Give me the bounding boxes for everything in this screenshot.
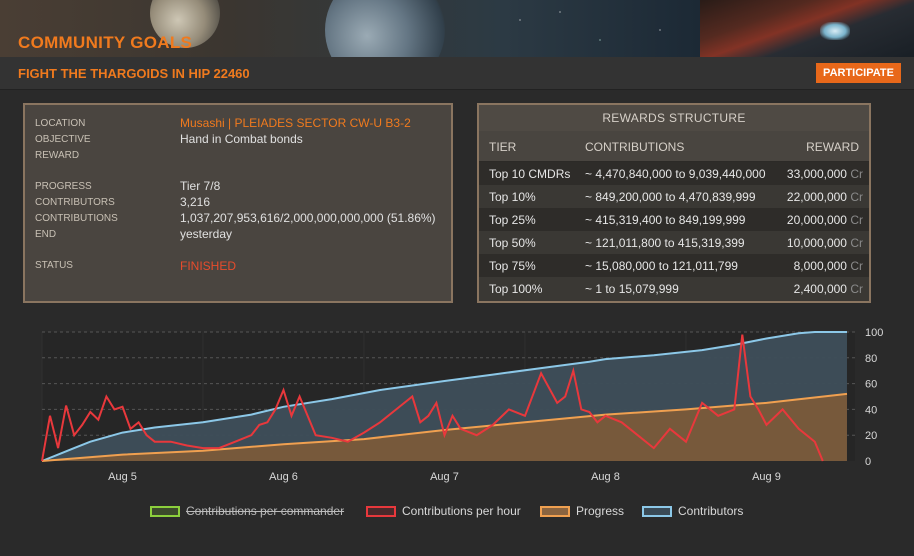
status-value: FINISHED bbox=[180, 259, 237, 273]
y-tick-label: 100 bbox=[865, 327, 883, 339]
header-tier: TIER bbox=[489, 140, 517, 154]
reward-amount: 20,000,000 bbox=[786, 213, 847, 227]
legend-progress[interactable]: Progress bbox=[540, 503, 624, 519]
contributors-value: 3,216 bbox=[180, 195, 211, 209]
reward-amount: 33,000,000 bbox=[786, 167, 847, 181]
reward-unit: Cr bbox=[850, 259, 863, 273]
legend-label: Progress bbox=[576, 504, 625, 518]
reward-cell: 33,000,000 Cr bbox=[787, 167, 863, 181]
progress-label: PROGRESS bbox=[35, 181, 92, 192]
rewards-title: REWARDS STRUCTURE bbox=[479, 105, 869, 131]
goal-info-panel: LOCATION Musashi | PLEIADES SECTOR CW-U … bbox=[23, 103, 453, 303]
legend-label: Contributors bbox=[678, 504, 744, 518]
contributions-cell: ~ 415,319,400 to 849,199,999 bbox=[585, 213, 746, 227]
y-tick-label: 20 bbox=[865, 430, 877, 442]
legend-contributions-per-hour[interactable]: Contributions per hour bbox=[366, 503, 521, 519]
reward-label: REWARD bbox=[35, 150, 80, 161]
status-label: STATUS bbox=[35, 260, 73, 271]
ship-image bbox=[700, 0, 914, 57]
x-tick-label: Aug 6 bbox=[269, 471, 298, 483]
banner: COMMUNITY GOALS bbox=[0, 0, 914, 57]
reward-amount: 2,400,000 bbox=[793, 282, 847, 296]
table-row: Top 10% ~ 849,200,000 to 4,470,839,999 2… bbox=[479, 185, 869, 208]
legend-swatch-blue bbox=[642, 505, 672, 517]
reward-unit: Cr bbox=[850, 190, 863, 204]
goal-header: FIGHT THE THARGOIDS IN HIP 22460 bbox=[0, 57, 914, 90]
reward-unit: Cr bbox=[850, 236, 863, 250]
location-value[interactable]: Musashi | PLEIADES SECTOR CW-U B3-2 bbox=[180, 116, 411, 130]
reward-cell: 22,000,000 Cr bbox=[787, 190, 863, 204]
table-row: Top 100% ~ 1 to 15,079,999 2,400,000 Cr bbox=[479, 277, 869, 300]
reward-cell: 2,400,000 Cr bbox=[794, 282, 863, 296]
rewards-header-row: TIER CONTRIBUTIONS REWARD bbox=[479, 131, 869, 162]
y-tick-label: 40 bbox=[865, 404, 877, 416]
contributions-cell: ~ 15,080,000 to 121,011,799 bbox=[585, 259, 738, 273]
header-reward: REWARD bbox=[806, 140, 859, 154]
location-label: LOCATION bbox=[35, 118, 86, 129]
tier-cell: Top 100% bbox=[489, 282, 543, 296]
tier-cell: Top 75% bbox=[489, 259, 536, 273]
contributions-label: CONTRIBUTIONS bbox=[35, 213, 118, 224]
y-tick-label: 0 bbox=[865, 456, 871, 468]
y-tick-label: 80 bbox=[865, 353, 877, 365]
progress-value: Tier 7/8 bbox=[180, 179, 221, 193]
reward-amount: 10,000,000 bbox=[786, 236, 847, 250]
goal-title: FIGHT THE THARGOIDS IN HIP 22460 bbox=[18, 66, 250, 81]
objective-label: OBJECTIVE bbox=[35, 134, 91, 145]
tier-cell: Top 50% bbox=[489, 236, 536, 250]
tier-cell: Top 10% bbox=[489, 190, 536, 204]
reward-unit: Cr bbox=[850, 213, 863, 227]
x-tick-label: Aug 5 bbox=[108, 471, 137, 483]
ship-light-image bbox=[820, 22, 850, 40]
reward-cell: 20,000,000 Cr bbox=[787, 213, 863, 227]
table-row: Top 25% ~ 415,319,400 to 849,199,999 20,… bbox=[479, 208, 869, 231]
reward-amount: 22,000,000 bbox=[786, 190, 847, 204]
legend-label: Contributions per commander bbox=[186, 504, 345, 518]
end-value: yesterday bbox=[180, 227, 233, 241]
rewards-structure-panel: REWARDS STRUCTURE TIER CONTRIBUTIONS REW… bbox=[477, 103, 871, 303]
legend-swatch-orange bbox=[540, 505, 570, 517]
reward-unit: Cr bbox=[850, 167, 863, 181]
legend-contributors[interactable]: Contributors bbox=[642, 503, 743, 519]
contributions-cell: ~ 121,011,800 to 415,319,399 bbox=[585, 236, 745, 250]
table-row: Top 50% ~ 121,011,800 to 415,319,399 10,… bbox=[479, 231, 869, 254]
contributions-cell: ~ 4,470,840,000 to 9,039,440,000 bbox=[585, 167, 766, 181]
reward-cell: 10,000,000 Cr bbox=[787, 236, 863, 250]
contributors-label: CONTRIBUTORS bbox=[35, 197, 115, 208]
tier-cell: Top 10 CMDRs bbox=[489, 167, 571, 181]
y-tick-label: 60 bbox=[865, 379, 877, 391]
contributions-value: 1,037,207,953,616/2,000,000,000,000 (51.… bbox=[180, 211, 436, 225]
legend-label: Contributions per hour bbox=[402, 504, 521, 518]
table-row: Top 75% ~ 15,080,000 to 121,011,799 8,00… bbox=[479, 254, 869, 277]
contributions-cell: ~ 1 to 15,079,999 bbox=[585, 282, 679, 296]
reward-amount: 8,000,000 bbox=[793, 259, 847, 273]
tier-cell: Top 25% bbox=[489, 213, 536, 227]
reward-cell: 8,000,000 Cr bbox=[794, 259, 863, 273]
planet-image-large bbox=[325, 0, 445, 57]
x-tick-label: Aug 9 bbox=[752, 471, 781, 483]
legend-swatch-red bbox=[366, 505, 396, 517]
objective-value: Hand in Combat bonds bbox=[180, 132, 303, 146]
legend-swatch-green bbox=[150, 505, 180, 517]
legend-contributions-per-commander[interactable]: Contributions per commander bbox=[150, 503, 344, 519]
reward-unit: Cr bbox=[850, 282, 863, 296]
end-label: END bbox=[35, 229, 57, 240]
contributions-cell: ~ 849,200,000 to 4,470,839,999 bbox=[585, 190, 756, 204]
rewards-rows: Top 10 CMDRs ~ 4,470,840,000 to 9,039,44… bbox=[479, 162, 869, 300]
table-row: Top 10 CMDRs ~ 4,470,840,000 to 9,039,44… bbox=[479, 162, 869, 185]
header-contributions: CONTRIBUTIONS bbox=[585, 140, 685, 154]
page-title: COMMUNITY GOALS bbox=[18, 33, 193, 52]
participate-button[interactable]: PARTICIPATE bbox=[816, 63, 901, 83]
x-tick-label: Aug 7 bbox=[430, 471, 459, 483]
x-tick-label: Aug 8 bbox=[591, 471, 620, 483]
